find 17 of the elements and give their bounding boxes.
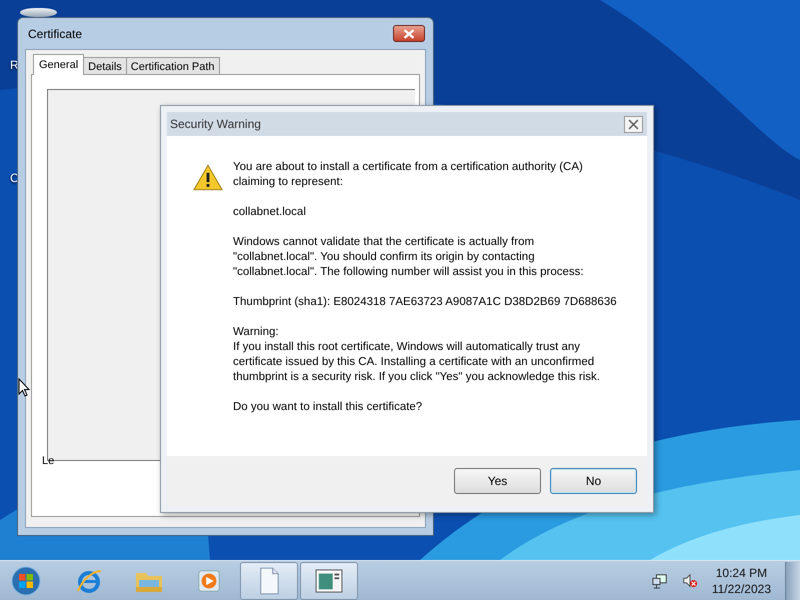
dialog-text: Do you want to install this certificate? [233, 400, 424, 415]
clock-time: 10:24 PM [716, 564, 768, 580]
clock-date: 11/22/2023 [712, 580, 771, 596]
dialog-text: You are about to install a certificate from a certification authority (CA) claiming to represent: [233, 160, 584, 190]
tab[interactable]: Details [83, 57, 127, 75]
dialog-text: Windows cannot validate that the certificate is actually from "collabnet.local". You should confirm its origin by contacting "collabnet.local". The following number will assist you in this process: [233, 235, 585, 280]
tab[interactable]: General [33, 54, 84, 75]
dialog-text: Warning: If you install this root certificate, Windows will automatically trust any certificate issued by this CA. Installing a certificate with an unconfirmed thumbprint is a security risk. If you click "Yes" you acknowledge this risk. [233, 325, 601, 385]
dialog-text: collabnet.local [233, 205, 307, 220]
clock[interactable]: 10:24 PM 11/22/2023 [712, 564, 771, 596]
dialog-text: Thumbprint (sha1): E8024318 7AE63723 A9087A1C D38D2B69 7D688636 [233, 295, 618, 310]
dialog-title: Security Warning [170, 117, 261, 131]
window-title: Certificate [28, 26, 82, 40]
tab[interactable]: Certification Path [126, 57, 220, 75]
no-button[interactable]: No [550, 468, 637, 494]
partial-label: Le [42, 455, 54, 467]
yes-button[interactable]: Yes [454, 468, 541, 494]
